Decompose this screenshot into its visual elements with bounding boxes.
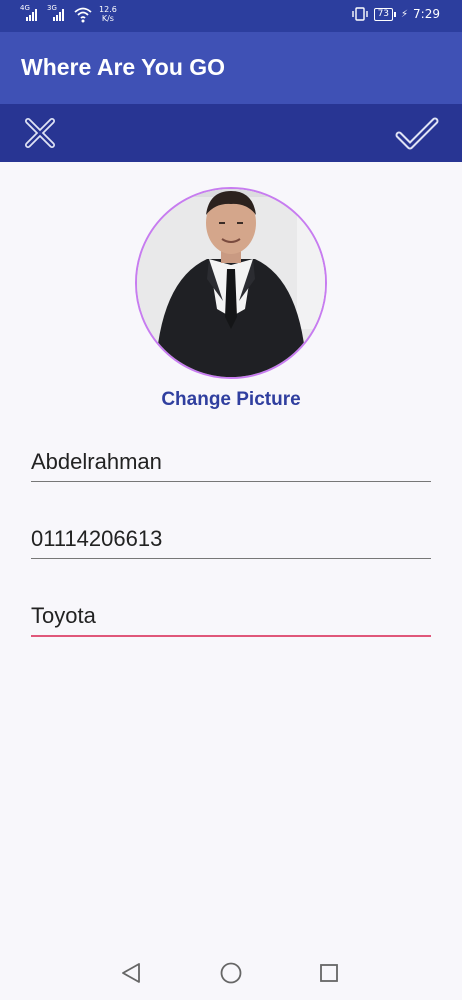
home-icon [220,962,242,984]
back-button[interactable] [118,960,144,986]
vibrate-icon [351,7,368,21]
wifi-icon [74,7,92,23]
phone-field[interactable] [31,519,431,559]
app-title: Where Are You GO [21,54,226,80]
signal-icon: 4G [20,5,42,23]
speed-unit: K/s [101,14,114,23]
check-icon [395,117,439,150]
network-speed: 12.6 K/s [99,5,117,23]
battery-level: 73 [373,7,394,21]
profile-photo-image [137,189,325,377]
confirm-button[interactable] [394,113,440,153]
back-icon [122,963,140,983]
system-nav-bar [0,944,462,1000]
change-picture-link[interactable]: Change Picture [0,389,462,411]
app-bar: Where Are You GO [0,32,462,104]
recent-apps-button[interactable] [316,960,342,986]
action-bar [0,104,462,162]
status-left: 4G 3G 12.6 K/s [20,5,117,24]
profile-picture[interactable] [135,187,327,379]
status-right: 73 ⚡ 7:29 [351,7,440,21]
speed-value: 12.6 [99,5,117,14]
battery-icon: 73 [373,7,397,21]
home-button[interactable] [218,960,244,986]
status-bar: 4G 3G 12.6 K/s 73 ⚡ 7:29 [0,0,462,32]
close-button[interactable] [20,113,60,153]
name-field[interactable] [31,442,431,482]
clock: 7:29 [413,7,440,21]
car-field[interactable] [31,597,431,637]
signal-icon-2: 3G [47,5,69,23]
close-icon [25,118,55,148]
charging-icon: ⚡ [401,8,409,20]
recent-apps-icon [320,964,338,982]
